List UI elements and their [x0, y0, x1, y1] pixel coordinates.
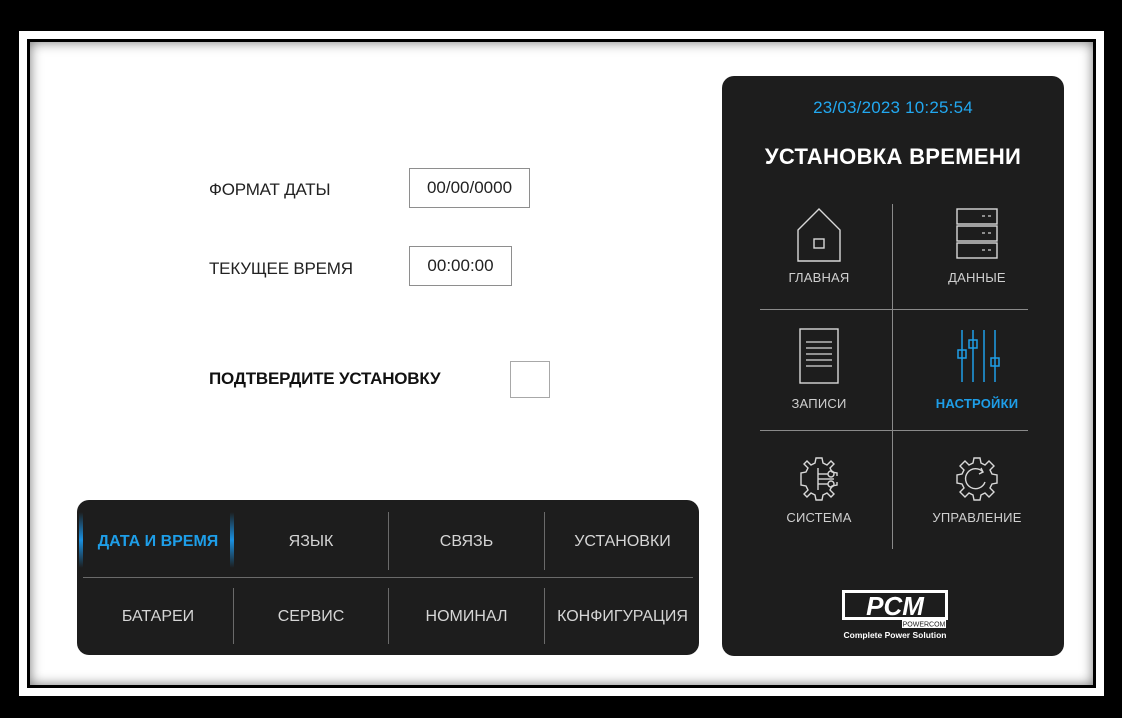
data-rack-icon [956, 208, 998, 259]
control-gear-icon [956, 457, 998, 501]
tab-settings[interactable]: УСТАНОВКИ [546, 522, 699, 562]
tab-batteries[interactable]: БАТАРЕИ [83, 597, 233, 637]
svg-text:POWERCOM: POWERCOM [903, 622, 946, 629]
nav-label-home: ГЛАВНАЯ [788, 270, 850, 285]
nav-label-records: ЗАПИСИ [791, 396, 847, 411]
date-format-field[interactable]: 00/00/0000 [409, 168, 530, 208]
document-icon [799, 328, 839, 384]
tab-configuration[interactable]: КОНФИГУРАЦИЯ [546, 597, 699, 637]
confirm-checkbox[interactable] [510, 361, 550, 398]
tab-divider [544, 588, 545, 644]
nav-item-system[interactable]: СИСТЕМА [754, 454, 884, 564]
nav-label-settings: НАСТРОЙКИ [935, 396, 1019, 411]
nav-label-data: ДАННЫЕ [948, 270, 1006, 285]
nav-item-home[interactable]: ГЛАВНАЯ [754, 206, 884, 316]
tab-divider [233, 588, 234, 644]
current-time-field[interactable]: 00:00:00 [409, 246, 512, 286]
nav-item-records[interactable]: ЗАПИСИ [754, 326, 884, 436]
tab-connection[interactable]: СВЯЗЬ [389, 522, 544, 562]
tab-service[interactable]: СЕРВИС [235, 597, 387, 637]
nav-label-system: СИСТЕМА [786, 510, 852, 525]
tab-date-time[interactable]: ДАТА И ВРЕМЯ [83, 522, 233, 562]
current-time-label: ТЕКУЩЕЕ ВРЕМЯ [209, 259, 353, 278]
nav-label-control: УПРАВЛЕНИЕ [932, 510, 1022, 525]
sliders-icon [957, 330, 1000, 382]
tab-divider [388, 512, 389, 570]
home-icon [797, 208, 841, 262]
nav-item-control[interactable]: УПРАВЛЕНИЕ [912, 454, 1042, 564]
settings-tabs-panel: ДАТА И ВРЕМЯ ЯЗЫК СВЯЗЬ УСТАНОВКИ БАТАРЕ… [77, 500, 699, 655]
tab-divider [388, 588, 389, 644]
current-datetime: 23/03/2023 10:25:54 [813, 98, 973, 117]
svg-text:Complete Power Solution: Complete Power Solution [844, 630, 947, 640]
tab-divider [544, 512, 545, 570]
nav-grid-divider [892, 204, 893, 549]
system-gear-icon [800, 457, 838, 501]
tab-row-divider [83, 577, 693, 578]
powercom-logo: PCM POWERCOM Complete Power Solution [836, 586, 954, 642]
navigation-panel: 23/03/2023 10:25:54 УСТАНОВКА ВРЕМЕНИ ГЛ… [722, 76, 1064, 656]
svg-text:PCM: PCM [866, 591, 925, 621]
nav-item-data[interactable]: ДАННЫЕ [912, 206, 1042, 316]
confirm-label: ПОДТВЕРДИТЕ УСТАНОВКУ [209, 369, 441, 388]
date-format-label: ФОРМАТ ДАТЫ [209, 180, 331, 199]
tab-language[interactable]: ЯЗЫК [235, 522, 387, 562]
panel-title: УСТАНОВКА ВРЕМЕНИ [764, 144, 1022, 169]
nav-item-settings[interactable]: НАСТРОЙКИ [912, 326, 1042, 436]
tab-rating[interactable]: НОМИНАЛ [389, 597, 544, 637]
